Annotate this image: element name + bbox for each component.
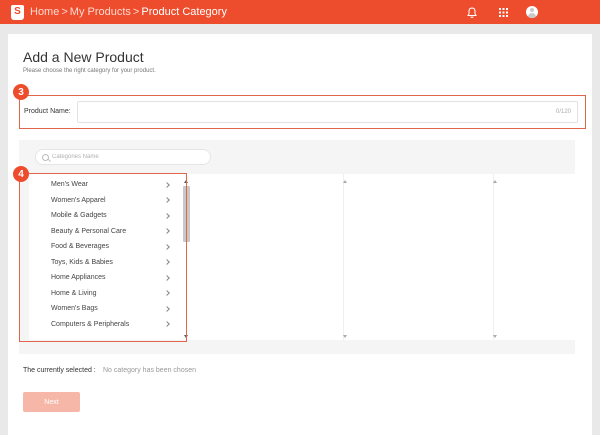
scroll-down-icon[interactable] [343, 335, 347, 338]
logo-glyph: S [14, 6, 21, 17]
category-column-4-scrollbar[interactable] [492, 180, 499, 338]
breadcrumb-current: Product Category [141, 6, 227, 18]
category-list: Men's Wear Women's Apparel Mobile & Gadget… [29, 177, 179, 332]
category-item-label: Women's Apparel [51, 196, 106, 204]
grid-icon[interactable] [496, 5, 510, 19]
category-item[interactable]: Home & Living [29, 286, 179, 302]
bell-icon[interactable] [465, 5, 479, 19]
top-icons [465, 0, 538, 24]
category-item[interactable]: Toys, Kids & Babies [29, 255, 179, 271]
chevron-right-icon [164, 274, 170, 281]
category-search-input[interactable] [52, 154, 202, 160]
category-item[interactable]: Beauty & Personal Care [29, 224, 179, 240]
avatar-icon[interactable] [526, 6, 538, 18]
category-column-1-scrollbar[interactable] [183, 180, 190, 338]
annotation-badge-3: 3 [13, 84, 29, 100]
category-item[interactable]: Home Appliances [29, 270, 179, 286]
product-name-counter: 0/120 [555, 109, 571, 115]
category-item[interactable]: Computers & Peripherals [29, 317, 179, 333]
breadcrumb-my-products[interactable]: My Products [70, 6, 131, 18]
scrollbar-thumb[interactable] [183, 186, 190, 242]
category-item-label: Beauty & Personal Care [51, 227, 127, 235]
shopee-logo-icon[interactable]: S [11, 4, 24, 20]
category-column-4 [492, 174, 575, 340]
chevron-right-icon [164, 212, 170, 219]
page-title: Add a New Product [23, 49, 144, 65]
scroll-up-icon[interactable] [184, 180, 188, 183]
top-bar: S Home > My Products > Product Category [0, 0, 600, 24]
category-item-label: Mobile & Gadgets [51, 212, 107, 220]
search-icon [42, 153, 49, 161]
category-item-label: Home & Living [51, 289, 97, 297]
category-search-box[interactable] [35, 149, 211, 165]
selected-value: No category has been chosen [103, 367, 197, 374]
chevron-right-icon [164, 259, 170, 266]
annotation-badge-4: 4 [13, 166, 29, 182]
category-item-label: Women's Bags [51, 305, 98, 313]
main-card: Add a New Product Please choose the righ… [8, 34, 592, 435]
chevron-right-icon [164, 197, 170, 204]
page-subtitle: Please choose the right category for you… [23, 68, 156, 74]
category-item-label: Men's Wear [51, 181, 88, 189]
next-button[interactable]: Next [23, 392, 80, 412]
scroll-up-icon[interactable] [493, 180, 497, 183]
category-column-1: Men's Wear Women's Apparel Mobile & Gadget… [29, 174, 194, 340]
chevron-right-icon [164, 290, 170, 297]
category-item-label: Toys, Kids & Babies [51, 258, 113, 266]
category-column-3 [342, 174, 494, 340]
category-item[interactable]: Food & Beverages [29, 239, 179, 255]
category-item[interactable]: Mobile & Gadgets [29, 208, 179, 224]
category-item-label: Food & Beverages [51, 243, 109, 251]
category-column-2 [194, 174, 344, 340]
category-item[interactable]: Men's Wear [29, 177, 179, 193]
category-selector: Men's Wear Women's Apparel Mobile & Gadget… [19, 140, 575, 354]
category-item[interactable]: Women's Apparel [29, 193, 179, 209]
chevron-right-icon [164, 228, 170, 235]
scroll-down-icon[interactable] [184, 335, 188, 338]
category-item-label: Home Appliances [51, 274, 106, 282]
chevron-right-icon [164, 243, 170, 250]
breadcrumb: Home > My Products > Product Category [30, 6, 227, 18]
category-column-3-scrollbar[interactable] [342, 180, 349, 338]
category-item-label: Computers & Peripherals [51, 320, 130, 328]
breadcrumb-separator: > [132, 6, 140, 18]
chevron-right-icon [164, 181, 170, 188]
breadcrumb-home[interactable]: Home [30, 6, 59, 18]
chevron-right-icon [164, 321, 170, 328]
product-name-label: Product Name: [24, 108, 71, 115]
product-name-highlight: Product Name: 0/120 [19, 95, 586, 129]
category-item[interactable]: Women's Bags [29, 301, 179, 317]
product-name-input[interactable]: 0/120 [77, 101, 578, 123]
selected-label: The currently selected : [23, 367, 96, 374]
chevron-right-icon [164, 305, 170, 312]
scroll-up-icon[interactable] [343, 180, 347, 183]
scroll-down-icon[interactable] [493, 335, 497, 338]
breadcrumb-separator: > [61, 6, 68, 18]
